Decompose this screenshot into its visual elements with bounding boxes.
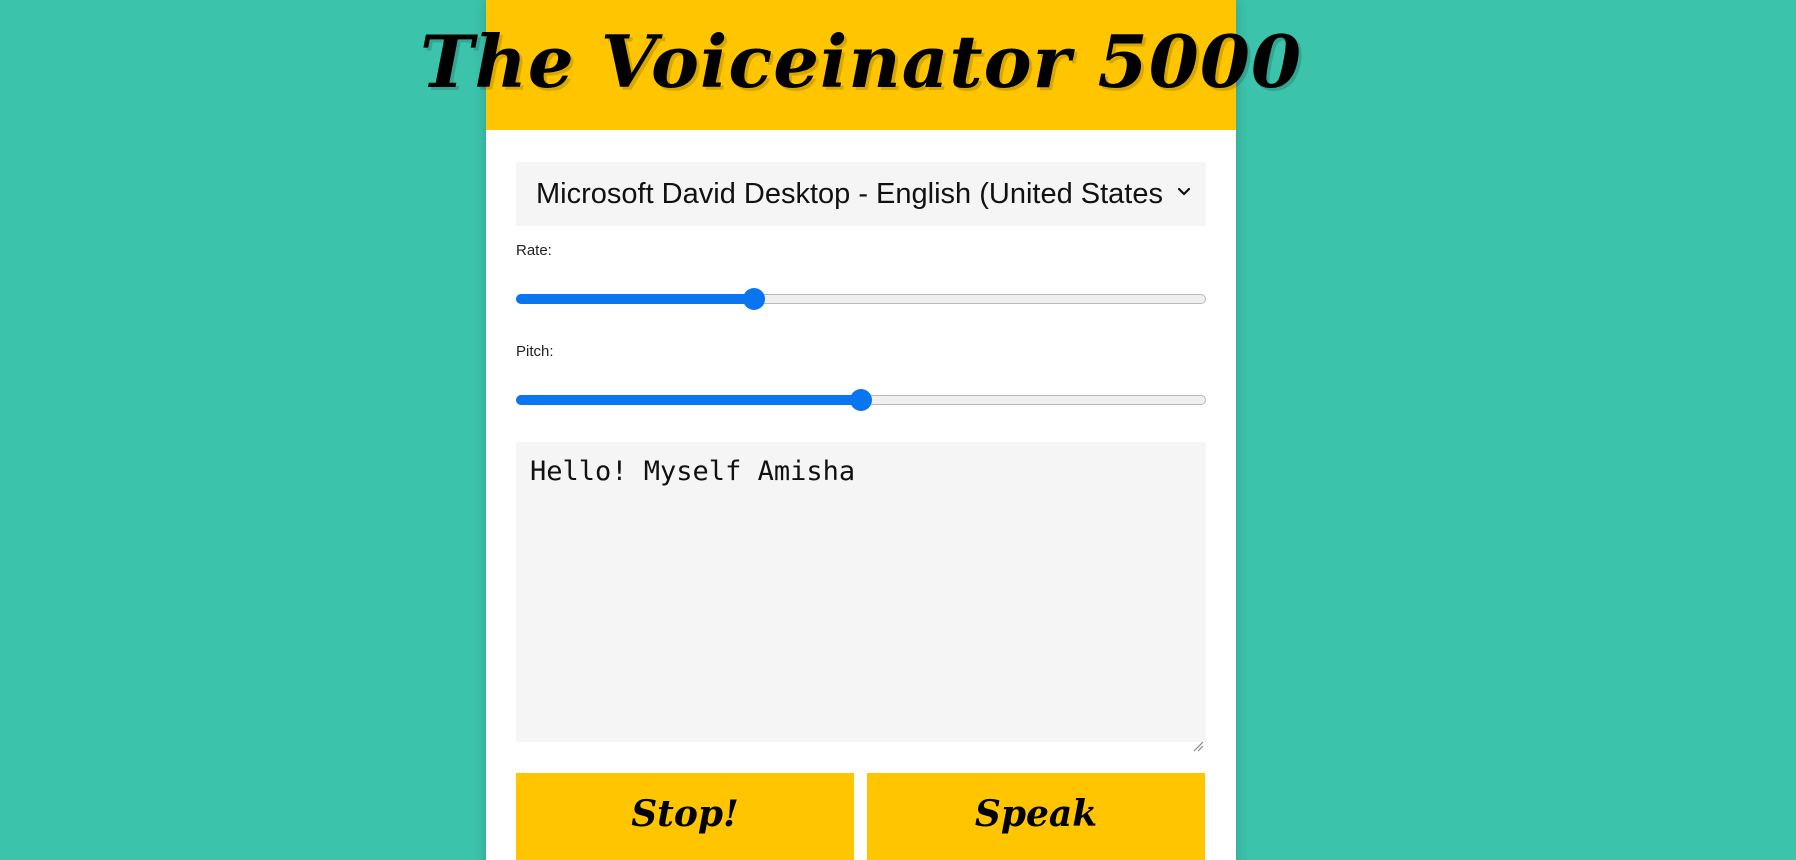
voiceinator-panel: The Voiceinator 5000 Microsoft David Des… bbox=[420, 0, 1301, 860]
rate-slider-thumb[interactable] bbox=[743, 288, 765, 310]
rate-label: Rate: bbox=[516, 242, 552, 259]
message-text: Hello! Myself Amisha bbox=[530, 456, 856, 487]
rate-slider[interactable] bbox=[516, 288, 1206, 312]
pitch-slider-fill bbox=[516, 395, 861, 405]
message-textarea[interactable]: Hello! Myself Amisha bbox=[516, 442, 1206, 752]
voice-select-value: Microsoft David Desktop - English (Unite… bbox=[536, 177, 1162, 210]
voice-select[interactable]: Microsoft David Desktop - English (Unite… bbox=[516, 162, 1206, 226]
stop-button[interactable]: Stop! bbox=[516, 773, 854, 860]
pitch-slider-thumb[interactable] bbox=[850, 389, 872, 411]
pitch-slider[interactable] bbox=[516, 389, 1206, 413]
rate-slider-fill bbox=[516, 294, 754, 304]
header: The Voiceinator 5000 bbox=[420, 0, 1301, 130]
pitch-label: Pitch: bbox=[516, 343, 554, 360]
chevron-down-icon bbox=[1174, 182, 1194, 202]
page-title: The Voiceinator 5000 bbox=[419, 18, 1303, 104]
speak-button[interactable]: Speak bbox=[867, 773, 1205, 860]
resize-handle-icon[interactable] bbox=[1192, 728, 1204, 752]
